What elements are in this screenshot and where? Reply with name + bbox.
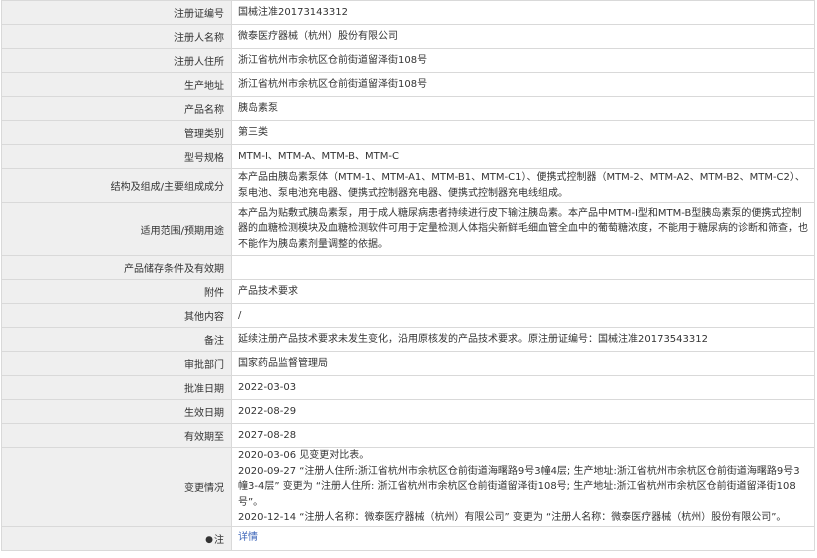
value-product-name: 胰岛素泵: [231, 96, 815, 121]
record-detail: 注册证编号 国械注准20173143312 注册人名称 微泰医疗器械（杭州）股份…: [0, 0, 817, 558]
label-registrant-name: 注册人名称: [1, 24, 232, 49]
value-registration-no: 国械注准20173143312: [231, 0, 815, 25]
value-production-address: 浙江省杭州市余杭区仓前街道留泽街108号: [231, 72, 815, 97]
row-approval-date: 批准日期 2022-03-03: [1, 375, 815, 400]
row-storage: 产品储存条件及有效期: [1, 255, 815, 280]
value-intended-use: 本产品为贴敷式胰岛素泵，用于成人糖尿病患者持续进行皮下输注胰岛素。本产品中MTM…: [231, 202, 815, 256]
row-valid-until: 有效期至 2027-08-28: [1, 423, 815, 448]
registration-table: 注册证编号 国械注准20173143312 注册人名称 微泰医疗器械（杭州）股份…: [1, 0, 815, 551]
row-remarks: 备注 延续注册产品技术要求未发生变化，沿用原核发的产品技术要求。原注册证编号：国…: [1, 327, 815, 352]
change-entry: 2020-09-27 “注册人住所:浙江省杭州市余杭区仓前街道海曙路9号3幢4层…: [238, 465, 800, 508]
row-registrant-address: 注册人住所 浙江省杭州市余杭区仓前街道留泽街108号: [1, 48, 815, 73]
label-valid-until: 有效期至: [1, 423, 232, 448]
value-storage: [231, 255, 815, 280]
label-remarks: 备注: [1, 327, 232, 352]
change-entry: 2020-12-14 “注册人名称：微泰医疗器械（杭州）有限公司” 变更为 “注…: [238, 512, 787, 523]
label-model-spec: 型号规格: [1, 144, 232, 169]
value-approval-dept: 国家药品监督管理局: [231, 351, 815, 376]
row-management-class: 管理类别 第三类: [1, 120, 815, 145]
row-registrant-name: 注册人名称 微泰医疗器械（杭州）股份有限公司: [1, 24, 815, 49]
value-registrant-address: 浙江省杭州市余杭区仓前街道留泽街108号: [231, 48, 815, 73]
row-intended-use: 适用范围/预期用途 本产品为贴敷式胰岛素泵，用于成人糖尿病患者持续进行皮下输注胰…: [1, 202, 815, 256]
label-effective-date: 生效日期: [1, 399, 232, 424]
value-effective-date: 2022-08-29: [231, 399, 815, 424]
value-valid-until: 2027-08-28: [231, 423, 815, 448]
value-structure: 本产品由胰岛素泵体（MTM-1、MTM-A1、MTM-B1、MTM-C1）、便携…: [231, 168, 815, 203]
label-management-class: 管理类别: [1, 120, 232, 145]
row-attachment: 附件 产品技术要求: [1, 279, 815, 304]
label-attachment: 附件: [1, 279, 232, 304]
label-note: ●注: [1, 525, 232, 551]
row-effective-date: 生效日期 2022-08-29: [1, 399, 815, 424]
value-note: 详情: [231, 525, 815, 551]
value-approval-date: 2022-03-03: [231, 375, 815, 400]
pin-icon: ●: [205, 534, 213, 545]
value-change-history: 2020-03-06 见变更对比表。 2020-09-27 “注册人住所:浙江省…: [231, 447, 815, 527]
label-production-address: 生产地址: [1, 72, 232, 97]
value-other-content: /: [231, 303, 815, 328]
label-registration-no: 注册证编号: [1, 0, 232, 25]
row-note: ●注 详情: [1, 525, 815, 551]
label-structure: 结构及组成/主要组成成分: [1, 168, 232, 203]
label-approval-dept: 审批部门: [1, 351, 232, 376]
value-management-class: 第三类: [231, 120, 815, 145]
change-entry: 2020-03-06 见变更对比表。: [238, 450, 370, 461]
value-remarks: 延续注册产品技术要求未发生变化，沿用原核发的产品技术要求。原注册证编号：国械注准…: [231, 327, 815, 352]
row-other-content: 其他内容 /: [1, 303, 815, 328]
label-approval-date: 批准日期: [1, 375, 232, 400]
detail-link[interactable]: 详情: [238, 532, 258, 543]
row-change-history: 变更情况 2020-03-06 见变更对比表。 2020-09-27 “注册人住…: [1, 447, 815, 527]
value-attachment: 产品技术要求: [231, 279, 815, 304]
row-product-name: 产品名称 胰岛素泵: [1, 96, 815, 121]
label-other-content: 其他内容: [1, 303, 232, 328]
row-model-spec: 型号规格 MTM-I、MTM-A、MTM-B、MTM-C: [1, 144, 815, 169]
label-product-name: 产品名称: [1, 96, 232, 121]
row-approval-dept: 审批部门 国家药品监督管理局: [1, 351, 815, 376]
label-change-history: 变更情况: [1, 447, 232, 527]
value-model-spec: MTM-I、MTM-A、MTM-B、MTM-C: [231, 144, 815, 169]
label-note-text: 注: [214, 534, 224, 546]
row-production-address: 生产地址 浙江省杭州市余杭区仓前街道留泽街108号: [1, 72, 815, 97]
label-storage: 产品储存条件及有效期: [1, 255, 232, 280]
row-registration-no: 注册证编号 国械注准20173143312: [1, 0, 815, 25]
label-intended-use: 适用范围/预期用途: [1, 202, 232, 256]
label-registrant-address: 注册人住所: [1, 48, 232, 73]
value-registrant-name: 微泰医疗器械（杭州）股份有限公司: [231, 24, 815, 49]
row-structure: 结构及组成/主要组成成分 本产品由胰岛素泵体（MTM-1、MTM-A1、MTM-…: [1, 168, 815, 203]
